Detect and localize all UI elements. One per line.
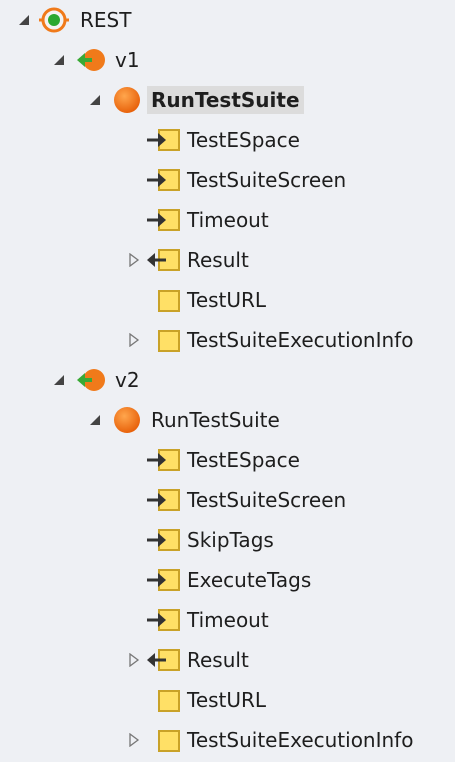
tree-node-param[interactable]: Result [0,640,455,680]
tree-node-label: TestSuiteScreen [187,488,347,512]
input-parameter-icon [146,127,182,153]
input-parameter-icon [146,607,182,633]
tree-node-v2[interactable]: v2 [0,360,455,400]
tree-node-label: Result [187,248,249,272]
tree-node-label: v2 [115,368,140,392]
tree-node-param[interactable]: TestESpace [0,440,455,480]
tree-node-rest[interactable]: REST [0,0,455,40]
input-parameter-icon [146,167,182,193]
expanded-triangle-icon[interactable] [89,94,101,106]
rest-version-icon [75,45,107,75]
tree-node-param[interactable]: ExecuteTags [0,560,455,600]
collapsed-triangle-icon[interactable] [128,653,140,667]
local-variable-icon [157,729,181,753]
tree-node-v1[interactable]: v1 [0,40,455,80]
tree-node-label: ExecuteTags [187,568,312,592]
tree-node-method-runtestsuite-v1[interactable]: RunTestSuite [0,80,455,120]
tree-node-param[interactable]: TestSuiteExecutionInfo [0,320,455,360]
tree-node-label: TestSuiteScreen [187,168,347,192]
tree-node-param[interactable]: TestSuiteScreen [0,480,455,520]
expanded-triangle-icon[interactable] [53,374,65,386]
tree-node-label: Timeout [187,208,269,232]
tree-node-label: v1 [115,48,140,72]
tree-node-label: SkipTags [187,528,274,552]
local-variable-icon [157,289,181,313]
tree-node-param[interactable]: Timeout [0,200,455,240]
tree-node-param[interactable]: Result [0,240,455,280]
local-variable-icon [157,689,181,713]
tree-node-label: TestSuiteExecutionInfo [187,328,414,352]
rest-version-icon [75,365,107,395]
expanded-triangle-icon[interactable] [89,414,101,426]
local-variable-icon [157,329,181,353]
tree-node-label: Timeout [187,608,269,632]
collapsed-triangle-icon[interactable] [128,733,140,747]
tree-node-label: TestURL [187,688,267,712]
tree-node-label: TestESpace [187,128,300,152]
tree-node-label: TestURL [187,288,267,312]
expanded-triangle-icon[interactable] [53,54,65,66]
input-parameter-icon [146,567,182,593]
rest-api-tree: REST v1 RunTestSuite TestESpace TestSuit… [0,0,455,762]
tree-node-method-runtestsuite-v2[interactable]: RunTestSuite [0,400,455,440]
output-parameter-icon [146,247,182,273]
rest-service-icon [38,5,70,35]
input-parameter-icon [146,527,182,553]
method-orange-circle-icon [112,405,142,435]
tree-node-param[interactable]: TestSuiteScreen [0,160,455,200]
output-parameter-icon [146,647,182,673]
tree-node-label: TestSuiteExecutionInfo [187,728,414,752]
tree-node-param[interactable]: TestURL [0,280,455,320]
input-parameter-icon [146,487,182,513]
expanded-triangle-icon[interactable] [18,14,30,26]
tree-node-label: REST [80,8,132,32]
tree-node-label: RunTestSuite [147,86,304,114]
tree-node-label: RunTestSuite [151,408,280,432]
tree-node-param[interactable]: SkipTags [0,520,455,560]
tree-node-param[interactable]: Timeout [0,600,455,640]
tree-node-label: Result [187,648,249,672]
tree-node-param[interactable]: TestURL [0,680,455,720]
collapsed-triangle-icon[interactable] [128,253,140,267]
method-orange-circle-icon [112,85,142,115]
input-parameter-icon [146,207,182,233]
tree-node-param[interactable]: TestSuiteExecutionInfo [0,720,455,760]
tree-node-param[interactable]: TestESpace [0,120,455,160]
input-parameter-icon [146,447,182,473]
tree-node-label: TestESpace [187,448,300,472]
collapsed-triangle-icon[interactable] [128,333,140,347]
